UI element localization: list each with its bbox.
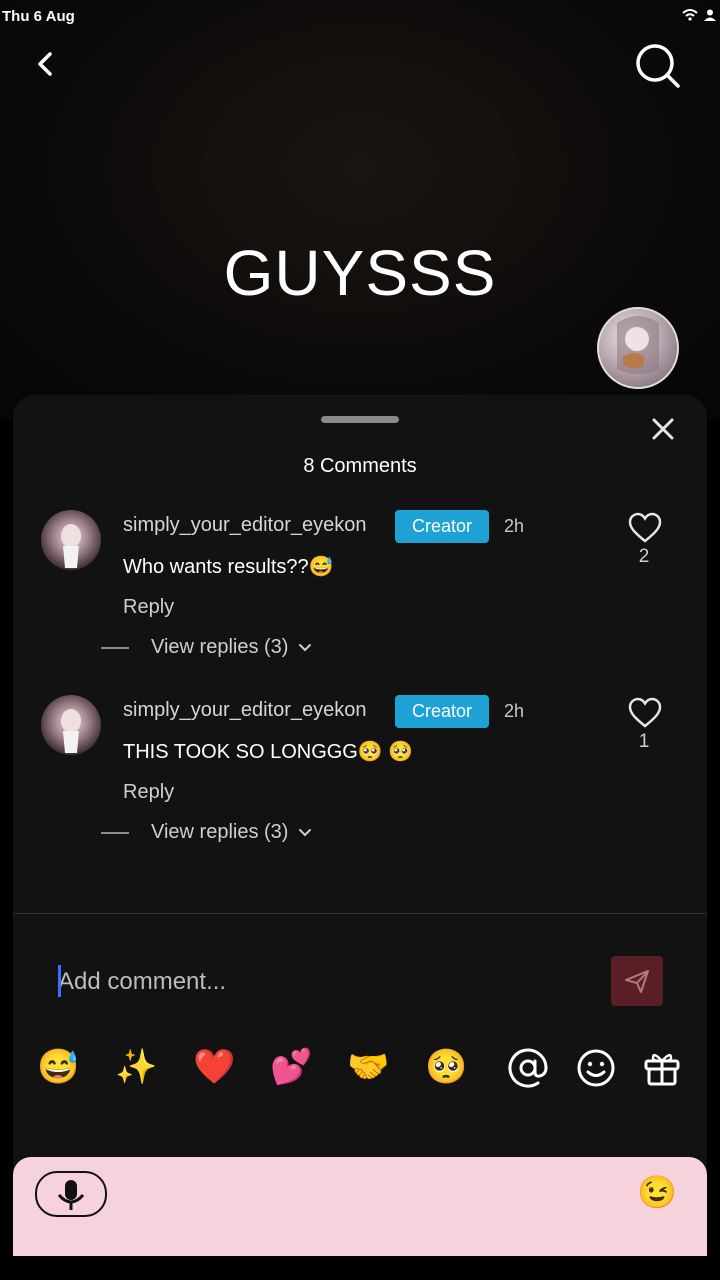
avatar-image xyxy=(61,524,81,568)
avatar[interactable] xyxy=(41,695,101,755)
comments-count: 8 Comments xyxy=(303,455,417,477)
view-replies-label: View replies (3) xyxy=(151,821,289,843)
status-bar: Thu 6 Aug xyxy=(0,0,720,34)
composer-divider xyxy=(13,913,707,914)
comment-username[interactable]: simply_your_editor_eyekon xyxy=(123,514,366,537)
creator-badge: Creator xyxy=(395,510,489,543)
send-button[interactable] xyxy=(611,956,663,1006)
chevron-down-icon xyxy=(299,643,312,651)
creator-badge: Creator xyxy=(395,695,489,728)
back-button[interactable] xyxy=(28,44,68,84)
status-date: Thu 6 Aug xyxy=(2,8,75,25)
video-title: GUYSSS xyxy=(223,237,497,309)
at-icon[interactable] xyxy=(507,1047,549,1089)
avatar[interactable] xyxy=(41,510,101,570)
avatar-image xyxy=(61,709,81,753)
creator-avatar[interactable] xyxy=(597,307,679,389)
comment-time: 2h xyxy=(504,701,525,721)
chevron-down-icon xyxy=(299,828,312,836)
like-count: 1 xyxy=(638,731,650,752)
heart-icon[interactable] xyxy=(627,695,663,731)
reply-button[interactable]: Reply xyxy=(123,596,174,619)
send-icon xyxy=(625,970,649,993)
keyboard-bottom-edge xyxy=(0,1256,720,1280)
view-replies-button[interactable]: View replies (3) xyxy=(101,821,312,844)
drag-handle[interactable] xyxy=(321,416,399,423)
comment-item: simply_your_editor_eyekon Creator 2h Who… xyxy=(13,510,707,690)
heart-icon[interactable] xyxy=(627,510,663,546)
comments-sheet: 8 Comments simply_your_editor_eyekon Cre… xyxy=(13,395,707,1280)
avatar-image xyxy=(617,316,659,374)
microphone-icon xyxy=(57,1180,85,1210)
like-count: 2 xyxy=(638,546,650,567)
quick-emoji[interactable]: 🥺 xyxy=(425,1045,467,1089)
smiley-icon[interactable] xyxy=(575,1047,617,1089)
status-icons xyxy=(682,9,716,21)
keyboard-toolbar: 😉 xyxy=(13,1157,707,1257)
keyboard-emoji-button[interactable]: 😉 xyxy=(637,1173,677,1211)
view-replies-button[interactable]: View replies (3) xyxy=(101,636,312,659)
comment-text: Who wants results??😅 xyxy=(123,556,334,578)
microphone-button[interactable] xyxy=(35,1171,107,1217)
close-icon[interactable] xyxy=(649,415,677,443)
comment-time: 2h xyxy=(504,516,525,536)
quick-emoji[interactable]: 🤝 xyxy=(347,1045,389,1089)
comment-text: THIS TOOK SO LONGGG🥺 🥺 xyxy=(123,741,414,763)
quick-emoji[interactable]: ❤️ xyxy=(193,1045,235,1089)
divider-line xyxy=(101,831,129,834)
comment-input[interactable] xyxy=(56,961,600,1003)
reply-button[interactable]: Reply xyxy=(123,781,174,804)
text-cursor xyxy=(58,965,61,997)
quick-emoji-row: 😅 ✨ ❤️ 💕 🤝 🥺 xyxy=(13,1045,707,1089)
quick-emoji[interactable]: ✨ xyxy=(115,1045,157,1089)
quick-emoji[interactable]: 💕 xyxy=(270,1045,312,1089)
view-replies-label: View replies (3) xyxy=(151,636,289,658)
divider-line xyxy=(101,646,129,649)
search-icon[interactable] xyxy=(632,40,684,92)
account-icon xyxy=(704,9,716,21)
quick-emoji[interactable]: 😅 xyxy=(37,1045,79,1089)
gift-icon[interactable] xyxy=(641,1047,683,1089)
wifi-icon xyxy=(682,9,698,21)
comment-username[interactable]: simply_your_editor_eyekon xyxy=(123,699,366,722)
comment-item: simply_your_editor_eyekon Creator 2h THI… xyxy=(13,695,707,875)
